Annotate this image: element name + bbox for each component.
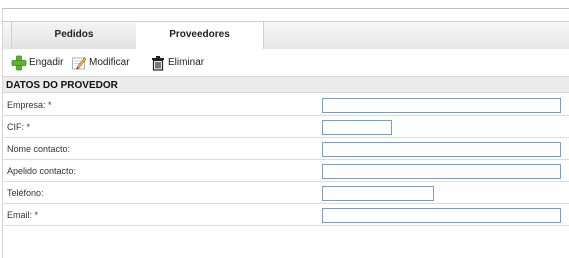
email-field[interactable] [322,208,561,223]
green-plus-icon [11,55,27,71]
nome-contacto-field[interactable] [322,142,561,157]
add-button[interactable]: Engadir [11,55,63,71]
tab-proveedores[interactable]: Proveedores [136,22,264,50]
modify-button[interactable]: Modificar [71,55,130,71]
field-label: CIF: * [7,122,31,132]
field-row-cif: CIF: * [3,116,569,138]
tab-bar: Pedidos Proveedores [3,21,569,50]
field-row-telefono: Teléfono: [3,182,569,204]
telefono-field[interactable] [322,186,434,201]
field-label: Email: * [7,210,39,220]
field-row-empresa: Empresa: * [3,94,569,116]
field-label: Teléfono: [7,188,44,198]
field-label: Empresa: * [7,100,52,110]
provider-window: Pedidos Proveedores Engadir Modificar El… [2,8,569,258]
field-row-email: Email: * [3,204,569,226]
field-label: Apelido contacto: [7,166,77,176]
field-row-apelido-contacto: Apelido contacto: [3,160,569,182]
empresa-field[interactable] [322,98,561,113]
add-label: Engadir [29,57,64,68]
trash-can-icon [150,55,166,71]
delete-button[interactable]: Eliminar [150,55,204,71]
delete-label: Eliminar [168,57,205,68]
field-row-nome-contacto: Nome contacto: [3,138,569,160]
toolbar: Engadir Modificar Eliminar [3,49,569,76]
field-label: Nome contacto: [7,144,71,154]
modify-label: Modificar [89,57,130,68]
pencil-paper-icon [71,55,87,71]
section-header: DATOS DO PROVEDOR [3,76,569,93]
tab-pedidos[interactable]: Pedidos [11,22,137,49]
apelido-contacto-field[interactable] [322,164,561,179]
cif-field[interactable] [322,120,392,135]
